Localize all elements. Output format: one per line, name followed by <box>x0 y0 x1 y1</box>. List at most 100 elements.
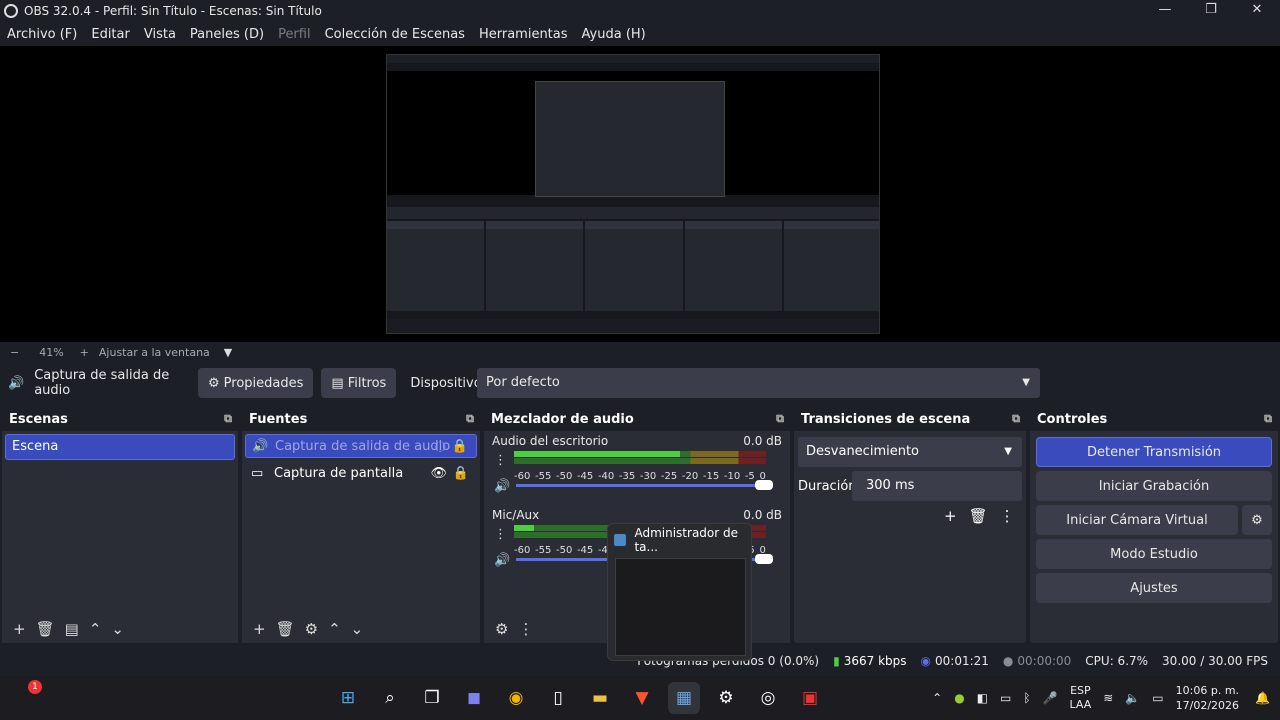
hidden-eye-icon[interactable]: ◌ <box>435 439 446 454</box>
start-recording-button[interactable]: Iniciar Grabación <box>1036 471 1272 501</box>
task-view-icon[interactable]: ❐ <box>416 682 448 714</box>
kebab-menu-icon[interactable]: ⋮ <box>494 527 507 542</box>
wifi-icon[interactable]: ≋ <box>1103 691 1113 705</box>
menu-paneles[interactable]: Paneles (D) <box>183 27 271 42</box>
teams-icon[interactable]: ◼ <box>458 682 490 714</box>
add-transition-icon[interactable]: + <box>944 507 957 525</box>
add-source-icon[interactable]: + <box>253 620 266 638</box>
menu-coleccion-escenas[interactable]: Colección de Escenas <box>318 27 472 42</box>
duration-spinbox[interactable]: 300 ms <box>852 471 1022 501</box>
clock[interactable]: 10:06 p. m. 17/02/2026 <box>1176 683 1239 713</box>
virtual-cam-settings-button[interactable]: ⚙ <box>1242 505 1272 535</box>
trash-icon[interactable]: 🗑 <box>276 620 295 638</box>
app-red-icon[interactable]: ▣ <box>794 682 826 714</box>
chrome-icon[interactable]: ◉ <box>500 682 532 714</box>
microphone-icon[interactable]: 🎤 <box>1043 691 1058 705</box>
maximize-button[interactable]: ❐ <box>1188 0 1234 22</box>
minimize-button[interactable]: — <box>1142 0 1188 22</box>
start-virtual-cam-button[interactable]: Iniciar Cámara Virtual <box>1036 505 1238 535</box>
language-indicator[interactable]: ESP LAA <box>1070 684 1092 712</box>
zoom-out-button[interactable]: − <box>10 346 19 359</box>
lock-icon[interactable]: 🔒 <box>453 466 469 481</box>
menu-vista[interactable]: Vista <box>137 27 183 42</box>
settings-gear-icon[interactable]: ⚙ <box>710 682 742 714</box>
studio-mode-button[interactable]: Modo Estudio <box>1036 539 1272 569</box>
properties-label: Propiedades <box>223 375 304 391</box>
meter-fill <box>514 451 681 457</box>
volume-icon[interactable]: 🔈 <box>1125 691 1140 705</box>
advanced-audio-icon[interactable]: ⚙ <box>495 620 508 638</box>
zoom-dropdown-arrow[interactable]: ▼ <box>224 346 232 359</box>
volume-slider-knob[interactable] <box>755 554 773 564</box>
device-select[interactable]: Por defecto ▼ <box>477 368 1040 398</box>
fit-window-label[interactable]: Ajustar a la ventana <box>99 346 210 359</box>
filters-icon[interactable]: ▤ <box>65 620 79 638</box>
notification-widget[interactable]: 1 <box>22 680 46 704</box>
trash-icon[interactable]: 🗑 <box>969 507 988 525</box>
obs-icon[interactable]: ◎ <box>752 682 784 714</box>
search-icon[interactable]: ⌕ <box>374 682 406 714</box>
source-item[interactable]: 🔊 Captura de salida de audio ◌ 🔒 <box>245 434 477 458</box>
meter-tick-label: -40 <box>597 471 615 482</box>
folder-icon[interactable]: ▬ <box>584 682 616 714</box>
menu-perfil[interactable]: Perfil <box>271 27 318 42</box>
trash-icon[interactable]: 🗑 <box>36 620 55 638</box>
settings-button[interactable]: Ajustes <box>1036 573 1272 603</box>
speaker-icon[interactable]: 🔊 <box>494 479 510 494</box>
undock-icon[interactable]: ⧉ <box>1012 412 1020 426</box>
popup-thumbnail[interactable] <box>615 558 746 656</box>
filters-button[interactable]: ▤ Filtros <box>321 368 397 398</box>
speaker-icon[interactable]: 🔊 <box>494 553 510 568</box>
volume-slider-knob[interactable] <box>755 480 773 490</box>
undock-icon[interactable]: ⧉ <box>1264 412 1272 426</box>
popup-title: Administrador de ta... <box>634 526 738 554</box>
bluetooth-icon[interactable]: ᛒ <box>1023 691 1030 705</box>
gear-icon[interactable]: ⚙ <box>305 620 318 638</box>
menu-archivo[interactable]: Archivo (F) <box>0 27 84 42</box>
battery-icon[interactable]: ▭ <box>1152 691 1163 705</box>
menu-editar[interactable]: Editar <box>84 27 137 42</box>
volume-slider[interactable] <box>516 484 766 487</box>
stop-stream-button[interactable]: Detener Transmisión <box>1036 437 1272 467</box>
tray-app-icon[interactable]: ● <box>954 691 964 705</box>
tray-app-icon[interactable]: ▭ <box>1000 691 1011 705</box>
undock-icon[interactable]: ⧉ <box>776 412 784 426</box>
notifications-bell-icon[interactable]: 🔔 <box>1255 691 1270 705</box>
zoom-in-button[interactable]: + <box>80 346 89 359</box>
eye-icon[interactable]: 👁 <box>430 466 447 481</box>
window-title: OBS 32.0.4 - Perfil: Sin Título - Escena… <box>24 4 322 18</box>
move-up-icon[interactable]: ⌃ <box>328 620 341 638</box>
chevron-up-icon[interactable]: ⌃ <box>932 691 942 705</box>
channel-level: 0.0 dB <box>743 434 782 448</box>
windows-taskbar: 1 ⊞ ⌕ ❐ ◼ ◉ ▯ ▬ ▼ ▦ ⚙ ◎ ▣ ⌃ ● ◧ ▭ ᛒ 🎤 ES… <box>0 676 1280 720</box>
chevron-down-icon: ▼ <box>1022 377 1030 388</box>
menu-herramientas[interactable]: Herramientas <box>472 27 575 42</box>
menu-ayuda[interactable]: Ayuda (H) <box>575 27 653 42</box>
taskbar-preview-popup[interactable]: Administrador de ta... <box>607 523 752 661</box>
undock-icon[interactable]: ⧉ <box>466 412 474 426</box>
preview-canvas[interactable] <box>0 46 1280 342</box>
transition-select[interactable]: Desvanecimiento ▼ <box>798 437 1022 467</box>
undock-icon[interactable]: ⧉ <box>224 412 232 426</box>
task-manager-icon[interactable]: ▦ <box>668 682 700 714</box>
properties-button[interactable]: ⚙ Propiedades <box>198 368 314 398</box>
source-item[interactable]: ▭ Captura de pantalla 👁 🔒 <box>245 461 477 485</box>
source-label: Captura de salida de audio <box>275 438 451 454</box>
lock-icon[interactable]: 🔒 <box>452 439 468 454</box>
add-scene-icon[interactable]: + <box>13 620 26 638</box>
kebab-menu-icon[interactable]: ⋮ <box>1000 507 1015 525</box>
close-button[interactable]: ✕ <box>1234 0 1280 22</box>
tray-app-icon[interactable]: ◧ <box>977 691 988 705</box>
move-down-icon[interactable]: ⌄ <box>111 620 124 638</box>
move-up-icon[interactable]: ⌃ <box>89 620 102 638</box>
file-icon[interactable]: ▯ <box>542 682 574 714</box>
windows-start-icon[interactable]: ⊞ <box>332 682 364 714</box>
sources-header: Fuentes ⧉ <box>242 407 480 431</box>
move-down-icon[interactable]: ⌄ <box>351 620 364 638</box>
brave-icon[interactable]: ▼ <box>626 682 658 714</box>
scene-item[interactable]: Escena <box>5 434 235 460</box>
kebab-menu-icon[interactable]: ⋮ <box>518 620 533 638</box>
kebab-menu-icon[interactable]: ⋮ <box>494 453 507 468</box>
meter-tick-label: -60 <box>514 471 531 482</box>
stream-icon: ◉ <box>920 654 931 668</box>
